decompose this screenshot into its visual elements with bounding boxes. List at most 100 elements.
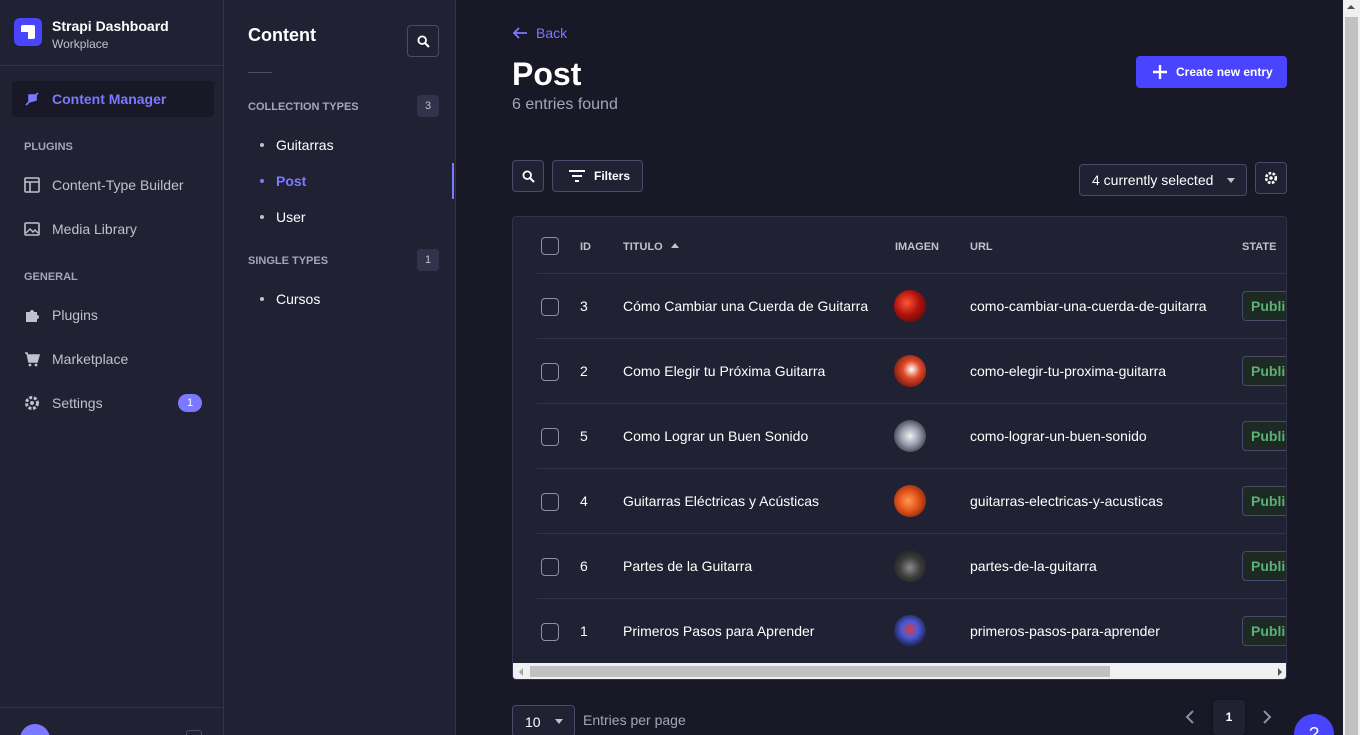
row-checkbox[interactable]: [541, 623, 559, 641]
single-types-label: SINGLE TYPES: [248, 255, 329, 267]
header-titulo-label: TITULO: [623, 241, 663, 253]
gear-icon: [24, 395, 40, 411]
status-badge: Publis: [1242, 486, 1286, 516]
subnav-item-cursos[interactable]: Cursos: [248, 283, 454, 315]
header-titulo[interactable]: TITULO: [623, 241, 679, 253]
table-row[interactable]: 2 Como Elegir tu Próxima Guitarra como-e…: [537, 339, 1286, 404]
row-checkbox[interactable]: [541, 363, 559, 381]
avatar[interactable]: [20, 724, 50, 735]
scroll-right-icon[interactable]: [1278, 668, 1282, 676]
nav-settings-label: Settings: [52, 395, 103, 411]
strapi-logo-icon: [14, 18, 42, 46]
row-checkbox[interactable]: [541, 298, 559, 316]
back-label: Back: [536, 25, 568, 41]
nav-marketplace-label: Marketplace: [52, 351, 129, 367]
filters-label: Filters: [594, 169, 631, 183]
create-new-entry-button[interactable]: Create new entry: [1136, 56, 1287, 88]
collection-types-label: COLLECTION TYPES: [248, 101, 359, 113]
row-image-thumbnail: [894, 550, 926, 582]
row-image-thumbnail: [894, 290, 926, 322]
row-id: 2: [580, 363, 588, 379]
table-row[interactable]: 1 Primeros Pasos para Aprender primeros-…: [537, 599, 1286, 664]
brand-title: Strapi Dashboard: [52, 18, 169, 34]
row-titulo: Cómo Cambiar una Cuerda de Guitarra: [623, 298, 869, 314]
subnav-item-user[interactable]: User: [248, 201, 454, 233]
table-row[interactable]: 6 Partes de la Guitarra partes-de-la-gui…: [537, 534, 1286, 599]
row-checkbox[interactable]: [541, 558, 559, 576]
nav-content-manager[interactable]: Content Manager: [12, 81, 214, 117]
layout-icon: [24, 177, 40, 193]
table-search-button[interactable]: [512, 160, 544, 192]
scrollbar-thumb[interactable]: [530, 666, 1110, 677]
table-horizontal-scrollbar[interactable]: [513, 663, 1286, 679]
header-state[interactable]: STATE: [1242, 241, 1276, 253]
row-url: como-lograr-un-buen-sonido: [970, 428, 1147, 444]
current-page-button[interactable]: 1: [1213, 700, 1245, 735]
status-badge: Publis: [1242, 551, 1286, 581]
sort-asc-icon: [670, 242, 679, 248]
chevron-left-icon: [1185, 710, 1194, 724]
header-url[interactable]: URL: [970, 241, 993, 253]
row-url: guitarras-electricas-y-acusticas: [970, 493, 1163, 509]
previous-page-button[interactable]: [1184, 708, 1196, 731]
bullet-icon: [260, 215, 264, 219]
columns-select-value: 4 currently selected: [1092, 172, 1214, 188]
nav-media-library[interactable]: Media Library: [12, 211, 214, 247]
select-all-checkbox[interactable]: [541, 237, 559, 255]
per-page-label: Entries per page: [583, 712, 686, 728]
subnav-item-label: User: [276, 209, 306, 225]
subnav-item-label: Post: [276, 173, 307, 189]
row-titulo: Como Lograr un Buen Sonido: [623, 428, 809, 444]
nav-plugins[interactable]: Plugins: [12, 297, 214, 333]
bullet-icon: [260, 179, 264, 183]
row-image-thumbnail: [894, 485, 926, 517]
nav-marketplace[interactable]: Marketplace: [12, 341, 214, 377]
puzzle-icon: [24, 307, 40, 323]
page-vertical-scrollbar[interactable]: [1343, 0, 1360, 735]
status-badge: Publis: [1242, 421, 1286, 451]
list-settings-button[interactable]: [1255, 162, 1287, 194]
row-image-thumbnail: [894, 420, 926, 452]
next-page-button[interactable]: [1261, 708, 1273, 731]
row-id: 3: [580, 298, 588, 314]
filters-button[interactable]: Filters: [552, 160, 643, 192]
subnav-item-post[interactable]: Post: [248, 163, 454, 199]
row-titulo: Guitarras Eléctricas y Acústicas: [623, 493, 820, 509]
entries-per-page-select[interactable]: 10: [512, 705, 575, 735]
table-header: ID TITULO IMAGEN URL STATE: [537, 217, 1286, 274]
row-checkbox[interactable]: [541, 493, 559, 511]
table-row[interactable]: 4 Guitarras Eléctricas y Acústicas guita…: [537, 469, 1286, 534]
nav-footer: [0, 707, 224, 735]
nav-content-type-builder[interactable]: Content-Type Builder: [12, 167, 214, 203]
single-types-count: 1: [417, 249, 439, 271]
nav-section-general: GENERAL: [24, 271, 78, 283]
row-id: 4: [580, 493, 588, 509]
collection-types-count: 3: [417, 95, 439, 117]
plus-icon: [1153, 65, 1167, 79]
scroll-up-icon[interactable]: [1347, 5, 1355, 9]
table-row[interactable]: 5 Como Lograr un Buen Sonido como-lograr…: [537, 404, 1286, 469]
scrollbar-thumb[interactable]: [1345, 17, 1358, 735]
nav-settings[interactable]: Settings 1: [12, 385, 214, 421]
help-button[interactable]: ?: [1294, 714, 1334, 735]
header-imagen: IMAGEN: [895, 241, 939, 253]
nav-ctb-label: Content-Type Builder: [52, 177, 184, 193]
scroll-left-icon[interactable]: [519, 668, 523, 676]
row-checkbox[interactable]: [541, 428, 559, 446]
row-titulo: Partes de la Guitarra: [623, 558, 753, 574]
subnav-item-label: Cursos: [276, 291, 321, 307]
columns-select[interactable]: 4 currently selected: [1079, 164, 1247, 196]
header-id[interactable]: ID: [580, 241, 591, 253]
row-url: primeros-pasos-para-aprender: [970, 623, 1160, 639]
subnav-item-label: Guitarras: [276, 137, 334, 153]
subnav-item-guitarras[interactable]: Guitarras: [248, 129, 454, 161]
create-label: Create new entry: [1176, 65, 1273, 79]
subnav-search-button[interactable]: [407, 25, 439, 57]
entries-count: 6 entries found: [512, 96, 618, 113]
table-row[interactable]: 3 Cómo Cambiar una Cuerda de Guitarra co…: [537, 274, 1286, 339]
back-link[interactable]: Back: [512, 25, 567, 41]
collapse-nav-button[interactable]: [186, 730, 202, 735]
status-badge: Publis: [1242, 616, 1286, 646]
status-badge: Publis: [1242, 291, 1286, 321]
chevron-down-icon: [555, 719, 563, 724]
